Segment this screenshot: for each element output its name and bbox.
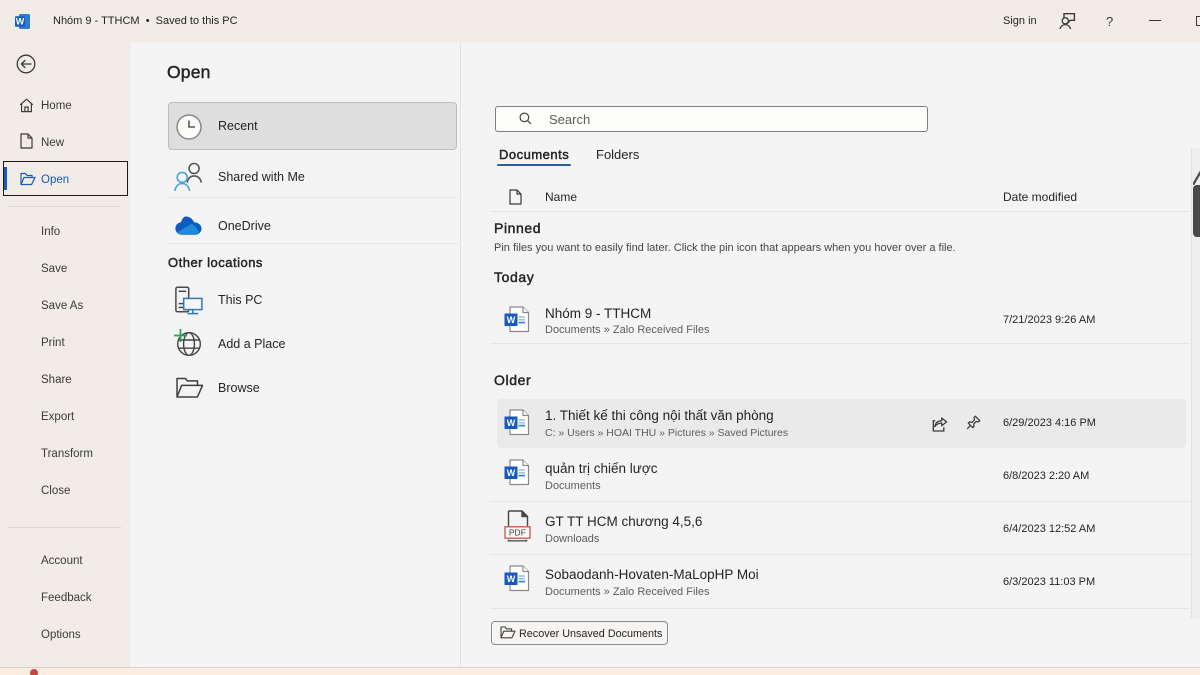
svg-text:PDF: PDF xyxy=(509,528,526,538)
svg-text:W: W xyxy=(507,574,516,584)
svg-text:W: W xyxy=(507,418,516,428)
svg-text:W: W xyxy=(16,17,25,27)
svg-text:W: W xyxy=(507,315,516,325)
svg-text:W: W xyxy=(507,468,516,478)
